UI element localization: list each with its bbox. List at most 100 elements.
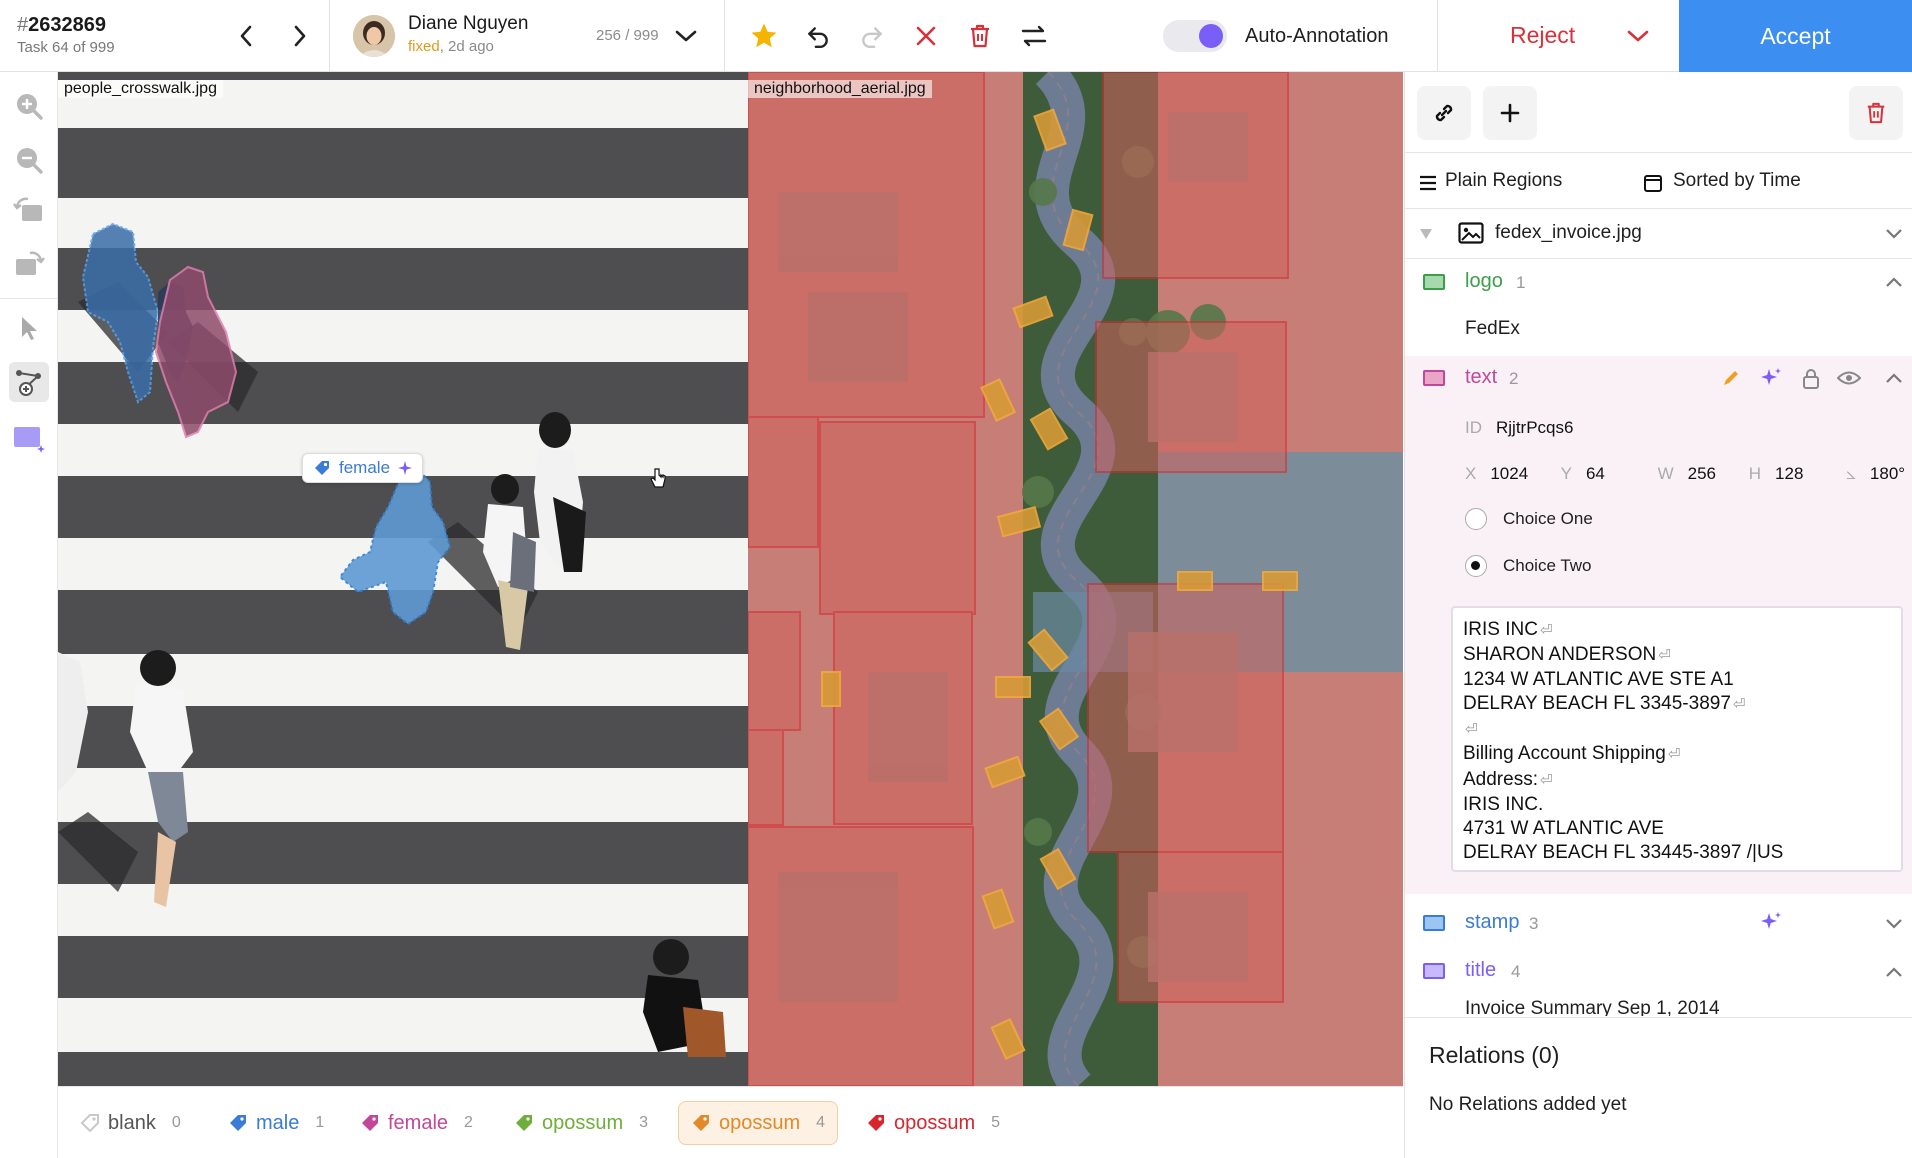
avatar[interactable] xyxy=(353,15,395,57)
tag-icon xyxy=(516,1115,532,1131)
tag-icon xyxy=(693,1115,709,1131)
zoom-in-icon xyxy=(17,94,43,120)
user-avatar-icon xyxy=(353,15,395,57)
redo-button[interactable] xyxy=(854,18,890,54)
transcription-textarea[interactable]: IRIS INC ⏎ SHARON ANDERSON ⏎ 1234 W ATLANT… xyxy=(1451,606,1903,872)
crosswalk-image[interactable]: people_crosswalk.jpg female xyxy=(58,72,748,1086)
chevron-down-icon xyxy=(1627,30,1649,42)
polygon-add-icon xyxy=(16,370,41,396)
star-icon xyxy=(751,23,777,48)
image1-caption: people_crosswalk.jpg xyxy=(58,80,223,98)
tag-icon xyxy=(230,1115,246,1131)
redo-icon xyxy=(862,27,882,49)
label-opossum-5[interactable]: opossum 5 xyxy=(854,1101,1012,1145)
undo-button[interactable] xyxy=(800,18,836,54)
plus-icon xyxy=(1500,103,1520,123)
reject-button[interactable]: Reject xyxy=(1510,22,1575,49)
region-id: ID RjjtrPcqs6 xyxy=(1465,418,1574,437)
tool-strip xyxy=(0,72,58,1158)
rotate-left-icon xyxy=(13,197,42,221)
region-label-tag[interactable]: female xyxy=(302,453,424,483)
region-title-value: Invoice Summary Sep 1, 2014 xyxy=(1465,998,1720,1016)
clear-button[interactable] xyxy=(908,18,944,54)
auto-annotation-label: Auto-Annotation xyxy=(1245,25,1389,47)
add-button[interactable] xyxy=(1483,86,1537,140)
settings-button[interactable] xyxy=(1016,18,1052,54)
prev-task-button[interactable] xyxy=(230,20,262,52)
tag-icon xyxy=(80,1114,99,1133)
lock-icon[interactable] xyxy=(1801,368,1821,390)
chevron-left-icon xyxy=(240,25,252,47)
chevron-down-icon[interactable] xyxy=(1885,228,1903,240)
zoom-out-tool[interactable] xyxy=(9,140,49,180)
undo-icon xyxy=(808,27,828,49)
label-male[interactable]: male 1 xyxy=(216,1101,336,1145)
user-name: Diane Nguyen xyxy=(408,13,529,34)
zoom-in-tool[interactable] xyxy=(9,86,49,126)
auto-annotation-toggle[interactable] xyxy=(1163,20,1227,52)
link-button[interactable] xyxy=(1417,86,1471,140)
hand-cursor-icon xyxy=(648,467,668,491)
rotate-right-tool[interactable] xyxy=(9,244,49,284)
aerial-image[interactable]: neighborhood_aerial.jpg xyxy=(748,72,1403,1086)
eye-icon[interactable] xyxy=(1837,370,1861,386)
caret-down-icon[interactable] xyxy=(1419,228,1433,240)
reject-dropdown-button[interactable] xyxy=(1622,22,1654,50)
image2-caption: neighborhood_aerial.jpg xyxy=(748,80,932,98)
region-logo-value: FedEx xyxy=(1465,318,1520,339)
region-text-num: 2 xyxy=(1509,369,1519,388)
user-status: fixed, 2d ago xyxy=(408,38,494,55)
label-opossum-3[interactable]: opossum 3 xyxy=(502,1101,660,1145)
relations-title: Relations (0) xyxy=(1429,1042,1560,1068)
polygon-tool[interactable] xyxy=(9,362,49,402)
chevron-up-icon[interactable] xyxy=(1885,372,1903,384)
image-icon xyxy=(1458,222,1484,244)
annotation-canvas[interactable]: people_crosswalk.jpg female neighborhood… xyxy=(58,72,1403,1086)
chevron-down-icon xyxy=(675,30,697,42)
rectangle-magic-icon xyxy=(14,427,45,453)
top-bar: #2632869 Task 64 of 999 Diane Nguyen fix… xyxy=(0,0,1912,72)
trash-icon xyxy=(971,24,989,48)
link-icon xyxy=(1435,104,1453,122)
region-tag-label: female xyxy=(339,458,391,477)
trash-icon xyxy=(1867,102,1885,124)
regions-panel: Plain Regions Sorted by Time fedex_invoi… xyxy=(1404,72,1912,1158)
rectangle-tool[interactable] xyxy=(9,418,49,458)
aerial-scene xyxy=(748,72,1403,1086)
rotate-right-icon xyxy=(16,251,45,275)
tag-icon xyxy=(868,1115,884,1131)
close-icon xyxy=(916,26,936,46)
sparkle-icon[interactable] xyxy=(1759,910,1783,934)
star-button[interactable] xyxy=(746,18,782,54)
calendar-icon xyxy=(1644,175,1662,192)
label-bar: blank 0 male 1 female 2 opossum 3 opossum 4 o… xyxy=(58,1086,1403,1158)
chevron-up-icon[interactable] xyxy=(1885,276,1903,288)
tag-icon xyxy=(362,1115,378,1131)
zoom-out-icon xyxy=(17,148,43,174)
chevron-down-icon[interactable] xyxy=(1885,918,1903,930)
accept-button[interactable]: Accept xyxy=(1679,0,1912,72)
crosswalk-scene xyxy=(58,72,748,1086)
list-icon xyxy=(1420,175,1436,191)
chevron-up-icon[interactable] xyxy=(1885,966,1903,978)
file-name: fedex_invoice.jpg xyxy=(1495,222,1642,243)
angle-icon: ⦣ xyxy=(1846,464,1856,483)
region-coords: X 1024 Y 64 W 256 H 128 ⦣ 180° xyxy=(1465,464,1906,483)
chevron-right-icon xyxy=(294,25,306,47)
sparkle-icon xyxy=(398,461,413,475)
label-blank[interactable]: blank 0 xyxy=(68,1101,193,1145)
label-female[interactable]: female 2 xyxy=(348,1101,485,1145)
sparkle-icon[interactable] xyxy=(1759,366,1783,390)
pencil-icon[interactable] xyxy=(1721,368,1741,388)
label-opossum-4[interactable]: opossum 4 xyxy=(678,1101,839,1145)
tag-icon xyxy=(315,461,329,475)
annotation-counter: 256 / 999 xyxy=(596,27,659,44)
swap-arrows-icon xyxy=(1021,25,1047,47)
delete-all-button[interactable] xyxy=(1849,86,1903,140)
next-task-button[interactable] xyxy=(284,20,316,52)
cursor-arrow-icon xyxy=(22,317,37,340)
user-dropdown-button[interactable] xyxy=(672,22,700,50)
rotate-left-tool[interactable] xyxy=(9,190,49,230)
select-tool[interactable] xyxy=(9,308,49,348)
delete-button[interactable] xyxy=(962,18,998,54)
